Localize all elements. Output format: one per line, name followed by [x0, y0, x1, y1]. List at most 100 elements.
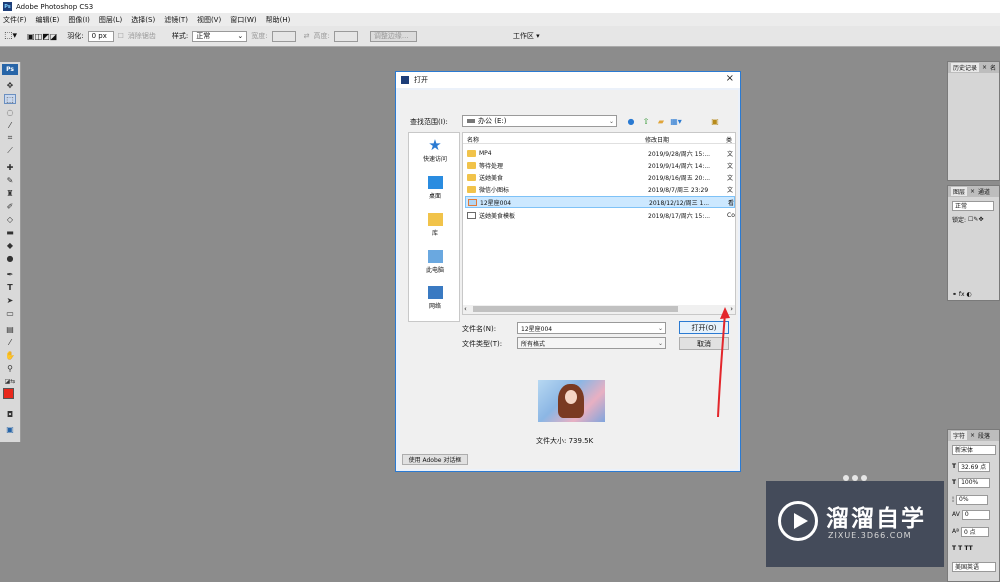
menu-view[interactable]: 视图(V): [197, 15, 221, 25]
dodge-tool-icon[interactable]: ●: [4, 253, 16, 263]
eraser-tool-icon[interactable]: ◇: [4, 214, 16, 224]
column-date[interactable]: 修改日期: [645, 135, 669, 144]
look-in-select[interactable]: 办公 (E:) ⌄: [462, 115, 617, 127]
column-name[interactable]: 名称: [467, 135, 479, 144]
font-size-input[interactable]: 32.69 点: [958, 461, 991, 472]
filename-input[interactable]: 12星座004 ⌄: [517, 322, 666, 334]
notes-tool-icon[interactable]: ▤: [4, 324, 16, 334]
baseline-icon: Aª: [952, 528, 959, 535]
menu-image[interactable]: 图像(I): [68, 15, 90, 25]
style-select[interactable]: 正常 ⌄: [192, 30, 248, 42]
refine-edge-button[interactable]: 调整边缘...: [369, 30, 417, 42]
file-size-label: 文件大小: 739.5K: [536, 437, 594, 445]
baseline-input[interactable]: 0 点: [960, 526, 989, 537]
move-tool-icon[interactable]: ✥: [4, 80, 16, 90]
use-adobe-dialog-button[interactable]: 使用 Adobe 对话框: [402, 454, 468, 465]
default-colors-icon[interactable]: ◪⇆: [4, 376, 16, 386]
height-input[interactable]: [333, 30, 358, 42]
place-network[interactable]: 网络: [409, 286, 461, 310]
place-this-pc[interactable]: 此电脑: [409, 250, 461, 274]
desktop-folder-icon[interactable]: ▣: [710, 116, 720, 126]
screen-mode-icon[interactable]: ▣: [4, 424, 16, 434]
tab-history[interactable]: 历史记录: [951, 63, 980, 72]
view-menu-icon[interactable]: ▦▾: [670, 116, 682, 126]
scrollbar-thumb[interactable]: [473, 306, 678, 312]
foreground-color-swatch[interactable]: [3, 388, 14, 399]
layers-footer-icons[interactable]: ⚭ fx ◐: [952, 289, 972, 300]
hand-tool-icon[interactable]: ✋: [4, 350, 16, 360]
menu-layer[interactable]: 图层(L): [99, 15, 122, 25]
tab-close-icon[interactable]: ×: [982, 64, 987, 71]
shape-tool-icon[interactable]: ▭: [4, 308, 16, 318]
language-select[interactable]: 美国英语: [952, 561, 996, 572]
eyedropper-tool-icon[interactable]: ⁄: [4, 337, 16, 347]
file-row-selected[interactable]: 12星座004 2018/12/12/周三 1... 看: [465, 196, 735, 208]
tracking-input-1[interactable]: 0%: [956, 494, 989, 505]
menu-edit[interactable]: 编辑(E): [36, 15, 60, 25]
file-row[interactable]: 微信小图标 2019/8/7/周三 23:29 文: [465, 183, 735, 195]
file-row[interactable]: 等待处理 2019/9/14/周六 14:... 文: [465, 159, 735, 171]
selection-mode-icons[interactable]: ▣◫◩◪: [27, 32, 57, 41]
slice-tool-icon[interactable]: ⟋: [4, 146, 16, 156]
zoom-tool-icon[interactable]: ⚲: [4, 363, 16, 373]
pen-tool-icon[interactable]: ✒: [4, 269, 16, 279]
text-style-row[interactable]: T T TT: [952, 543, 973, 554]
file-row[interactable]: 送她美食 2019/8/16/周五 20:... 文: [465, 171, 735, 183]
document-file-icon: [467, 211, 476, 219]
star-icon: ★: [428, 136, 442, 154]
brush-tool-icon[interactable]: ✎: [4, 175, 16, 185]
feather-input[interactable]: 0 px: [87, 30, 114, 42]
gradient-tool-icon[interactable]: ▬: [4, 227, 16, 237]
up-folder-icon[interactable]: ⇧: [641, 116, 651, 126]
menu-window[interactable]: 窗口(W): [230, 15, 256, 25]
lasso-tool-icon[interactable]: ◌: [4, 107, 16, 117]
workspace-button[interactable]: 工作区 ▾: [513, 31, 540, 41]
tracking-icon: ¦: [952, 496, 955, 503]
scroll-left-icon[interactable]: ‹: [464, 305, 467, 313]
file-row[interactable]: 送她美食模板 2019/8/17/周六 15:... Co: [465, 209, 735, 221]
history-brush-icon[interactable]: ✐: [4, 201, 16, 211]
scale-input[interactable]: 100%: [958, 477, 991, 488]
width-input[interactable]: [271, 30, 296, 42]
marquee-tool-icon[interactable]: ⬚▾: [4, 31, 17, 41]
type-tool-icon[interactable]: T: [4, 282, 16, 292]
file-name: 送她美食模板: [479, 212, 516, 220]
close-icon[interactable]: ×: [726, 73, 734, 84]
marquee-tool-icon[interactable]: ⬚: [4, 94, 16, 104]
place-desktop[interactable]: 桌面: [409, 176, 461, 200]
menu-help[interactable]: 帮助(H): [266, 15, 291, 25]
quick-mask-icon[interactable]: ◘: [4, 409, 16, 419]
place-libraries[interactable]: 库: [409, 213, 461, 237]
watermark-banner: 溜溜自学 ZIXUE.3D66.COM: [766, 481, 944, 567]
menu-select[interactable]: 选择(S): [131, 15, 155, 25]
lock-icons[interactable]: ☐✎✥: [968, 216, 983, 223]
menu-filter[interactable]: 滤镜(T): [164, 15, 188, 25]
magic-wand-icon[interactable]: ⁄: [4, 120, 16, 130]
tab-close-icon[interactable]: ×: [970, 432, 975, 439]
horizontal-scrollbar[interactable]: ‹ ›: [463, 305, 735, 314]
menu-file[interactable]: 文件(F): [3, 15, 27, 25]
clone-stamp-icon[interactable]: ♜: [4, 188, 16, 198]
tracking-input-2[interactable]: 0: [961, 509, 990, 520]
file-row[interactable]: MP4 2019/9/28/周六 15:... 文: [465, 147, 735, 159]
filetype-select[interactable]: 所有格式 ⌄: [517, 337, 666, 349]
path-selection-icon[interactable]: ➤: [4, 295, 16, 305]
crop-tool-icon[interactable]: ⌗: [4, 133, 16, 143]
healing-brush-icon[interactable]: ✚: [4, 162, 16, 172]
back-icon[interactable]: ●: [626, 116, 636, 126]
swap-icon[interactable]: ⇄: [304, 32, 310, 40]
new-folder-icon[interactable]: ▰: [656, 116, 666, 126]
blend-mode-select[interactable]: 正常: [952, 200, 994, 211]
antialias-checkbox[interactable]: ☐: [118, 32, 124, 40]
tab-character[interactable]: 字符: [951, 431, 968, 440]
tab-channels[interactable]: 通道: [978, 187, 990, 196]
column-type[interactable]: 类: [726, 135, 732, 144]
app-title: Adobe Photoshop CS3: [16, 2, 94, 11]
tab-actions[interactable]: 名: [990, 63, 996, 72]
tab-paragraph[interactable]: 段落: [978, 431, 990, 440]
font-family-select[interactable]: 新宋体: [952, 444, 996, 455]
place-quick-access[interactable]: ★ 快速访问: [409, 136, 461, 164]
tab-close-icon[interactable]: ×: [970, 188, 975, 195]
tab-layers[interactable]: 图层: [951, 187, 968, 196]
blur-tool-icon[interactable]: ◆: [4, 240, 16, 250]
